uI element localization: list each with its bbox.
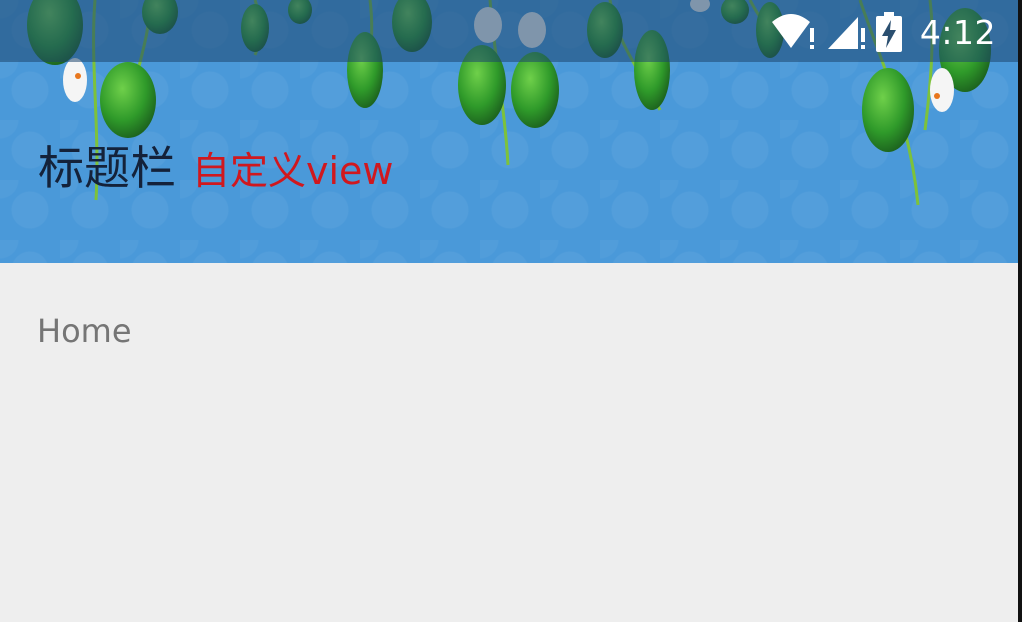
wifi-alert-icon xyxy=(770,12,816,52)
battery-charging-icon xyxy=(875,12,902,52)
toolbar-title-row: 标题栏 自定义view xyxy=(38,132,394,198)
custom-toolbar: 4:12 标题栏 自定义view xyxy=(0,0,1018,263)
signal-alert-icon xyxy=(826,12,866,52)
app-screen: 4:12 标题栏 自定义view Home xyxy=(0,0,1022,622)
toolbar-subtitle: 自定义view xyxy=(192,149,394,193)
screen-edge xyxy=(1018,0,1022,622)
toolbar-title: 标题栏 xyxy=(38,141,176,195)
status-clock: 4:12 xyxy=(919,12,996,52)
home-text: Home xyxy=(37,312,132,350)
status-icons: 4:12 xyxy=(770,8,996,56)
